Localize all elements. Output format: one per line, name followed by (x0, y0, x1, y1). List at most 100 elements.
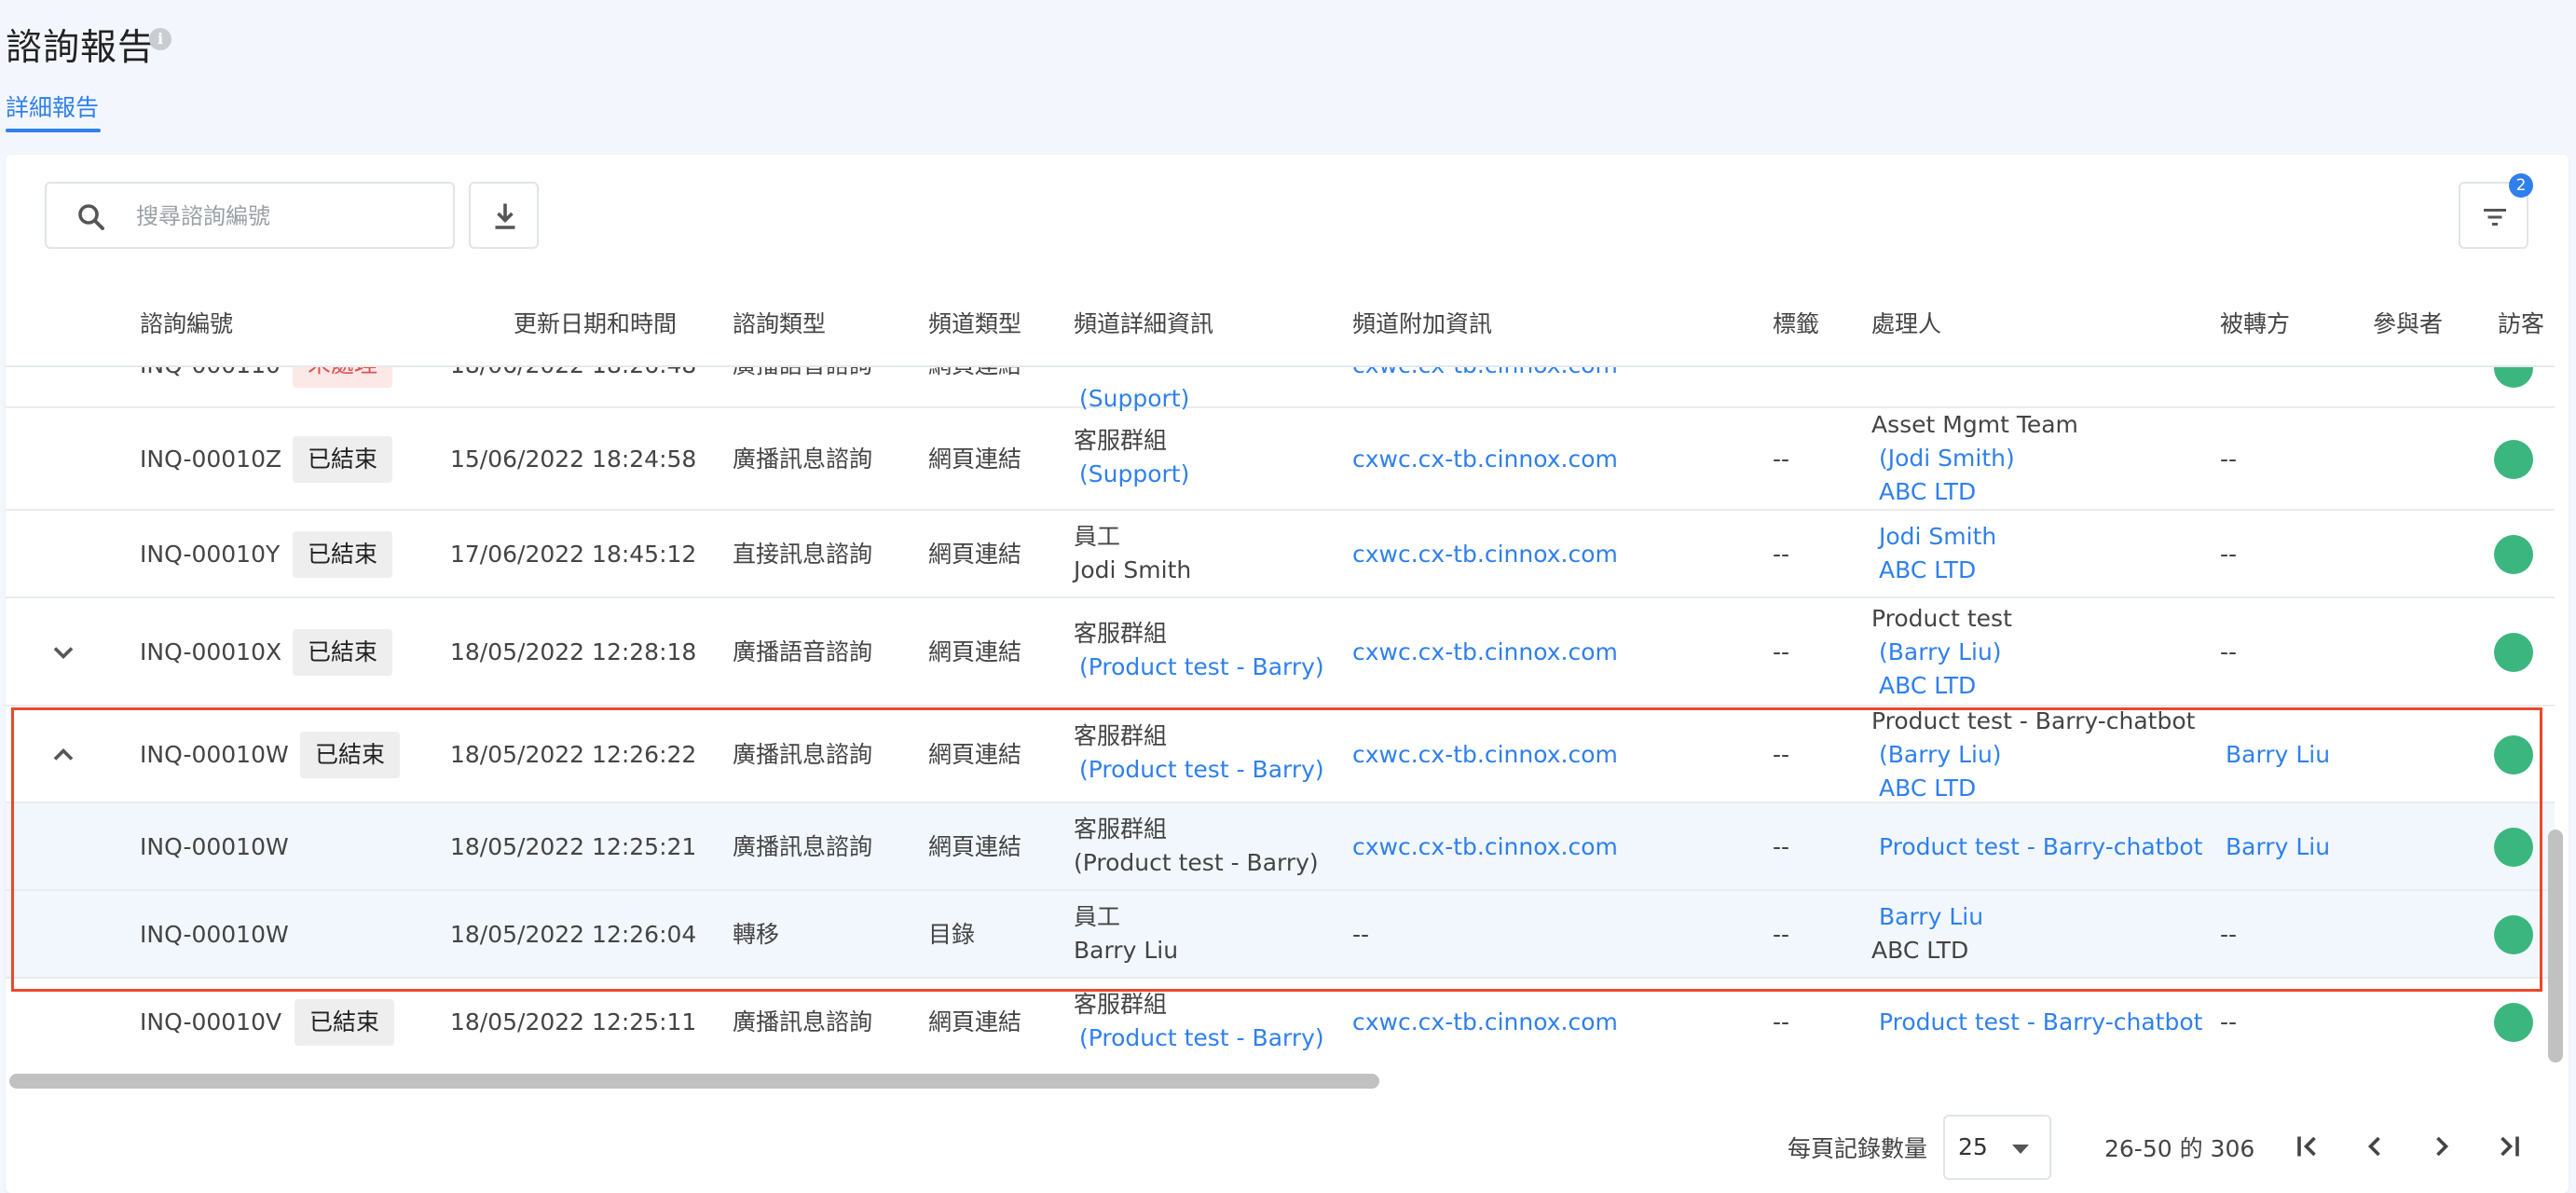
dropdown-caret-icon (2012, 1145, 2029, 1154)
inquiry-id[interactable]: INQ-00010W (140, 738, 289, 772)
tag-cell: -- (1773, 638, 1790, 665)
column-header-visitor[interactable]: 訪客 (2498, 306, 2544, 339)
status-badge: 已結束 (293, 436, 393, 483)
column-header-inquiry-type[interactable]: 諮詢類型 (733, 306, 826, 339)
channel-detail-group[interactable]: (Product test - Barry) (1079, 651, 1324, 684)
tag-cell: -- (1773, 1008, 1790, 1035)
column-header-channel-extra[interactable]: 頻道附加資訊 (1352, 306, 1492, 339)
previous-page-icon[interactable] (2358, 1130, 2391, 1163)
tab-detailed-report[interactable]: 詳細報告 (6, 89, 99, 123)
handler-agent[interactable]: Product test - Barry-chatbot (1879, 1006, 2202, 1039)
column-header-tags[interactable]: 標籤 (1773, 306, 1819, 339)
table-row[interactable]: INQ-00010V 已結束 18/05/2022 12:25:11 廣播訊息諮… (6, 979, 2555, 1061)
rows-per-page-label: 每頁記錄數量 (1788, 1135, 1928, 1162)
handler-agent[interactable]: (Jodi Smith) (1879, 442, 2015, 475)
inquiry-id[interactable]: INQ-00010W (140, 918, 289, 952)
filter-icon (2484, 209, 2506, 226)
channel-extra-link[interactable]: cxwc.cx-tb.cinnox.com (1352, 738, 1618, 772)
info-icon[interactable]: i (149, 28, 171, 50)
transferee-link[interactable]: Barry Liu (2226, 738, 2330, 772)
inquiry-id[interactable]: INQ-00010V (140, 1006, 281, 1039)
inquiry-id[interactable]: INQ-00010Y (140, 538, 280, 571)
table-header: 諮詢編號 更新日期和時間 諮詢類型 頻道類型 頻道詳細資訊 頻道附加資訊 標籤 … (6, 278, 2555, 367)
channel-detail-label: 客服群組 (1074, 816, 1168, 843)
inquiry-id[interactable]: INQ-00010X (140, 636, 281, 669)
table-row[interactable]: INQ-00010W 已結束 18/05/2022 12:26:22 廣播訊息諮… (6, 706, 2555, 803)
channel-detail-group[interactable]: (Support) (1079, 458, 1189, 491)
table-row[interactable]: INQ-00010X 已結束 18/05/2022 12:28:18 廣播語音諮… (6, 598, 2555, 706)
chevron-up-icon[interactable] (47, 738, 80, 772)
column-header-channel-type[interactable]: 頻道類型 (928, 306, 1021, 339)
inquiry-id[interactable]: INQ-00010Z (140, 443, 281, 476)
updated-datetime: 18/05/2022 12:26:22 (450, 741, 697, 768)
inquiry-type: 廣播訊息諮詢 (733, 741, 873, 768)
column-header-updated[interactable]: 更新日期和時間 (514, 306, 677, 339)
handler-company[interactable]: ABC LTD (1879, 772, 1976, 805)
channel-extra-link[interactable]: cxwc.cx-tb.cinnox.com (1352, 1006, 1618, 1039)
channel-extra-link[interactable]: cxwc.cx-tb.cinnox.com (1352, 636, 1618, 669)
channel-detail-name: Jodi Smith (1074, 556, 1192, 583)
channel-detail-group[interactable]: (Product test - Barry) (1079, 753, 1324, 787)
channel-detail-name: (Product test - Barry) (1074, 849, 1319, 876)
rows-per-page-select[interactable]: 25 (1943, 1115, 2051, 1180)
chevron-down-icon[interactable] (47, 636, 80, 669)
channel-extra-link[interactable]: cxwc.cx-tb.cinnox.com (1352, 830, 1618, 864)
table-row[interactable]: INQ-00010Y 已結束 17/06/2022 18:45:12 直接訊息諮… (6, 511, 2555, 598)
channel-extra-link[interactable]: cxwc.cx-tb.cinnox.com (1352, 443, 1618, 476)
inquiry-type: 廣播訊息諮詢 (733, 446, 873, 473)
visitor-icon[interactable] (2494, 1003, 2533, 1042)
handler-agent[interactable]: (Barry Liu) (1879, 738, 2002, 772)
search-input[interactable] (136, 197, 434, 236)
handler-team: Product test - Barry-chatbot (1871, 707, 2196, 734)
channel-detail-label: 客服群組 (1074, 991, 1168, 1018)
download-button[interactable] (469, 182, 539, 249)
search-box[interactable] (45, 182, 455, 249)
table-subrow[interactable]: INQ-00010W 18/05/2022 12:25:21 廣播訊息諮詢 網頁… (6, 803, 2555, 891)
last-page-icon[interactable] (2492, 1130, 2526, 1163)
table-subrow[interactable]: INQ-00010W 18/05/2022 12:26:04 轉移 目錄 員工 … (6, 891, 2555, 979)
transferee-cell: -- (2220, 921, 2238, 948)
next-page-icon[interactable] (2425, 1130, 2459, 1163)
channel-type: 網頁連結 (928, 541, 1022, 568)
horizontal-scroll-thumb[interactable] (9, 1074, 1379, 1089)
channel-detail-name: Barry Liu (1074, 937, 1179, 964)
column-header-transferee[interactable]: 被轉方 (2220, 306, 2290, 339)
channel-detail-group[interactable]: (Product test - Barry) (1079, 1022, 1324, 1055)
visitor-icon[interactable] (2494, 828, 2533, 867)
table-row[interactable]: INQ-00010Z 已結束 15/06/2022 18:24:58 廣播訊息諮… (6, 408, 2555, 511)
column-header-channel-detail[interactable]: 頻道詳細資訊 (1074, 306, 1213, 339)
status-badge: 已結束 (293, 531, 393, 578)
handler-agent[interactable]: Product test - Barry-chatbot (1879, 830, 2202, 864)
handler-company[interactable]: ABC LTD (1879, 554, 1976, 587)
visitor-icon[interactable] (2494, 535, 2533, 574)
updated-datetime: 18/05/2022 12:25:11 (450, 1008, 697, 1035)
column-header-inquiry-id[interactable]: 諮詢編號 (140, 306, 233, 339)
channel-type: 目錄 (928, 921, 976, 948)
inquiry-id[interactable]: INQ-00010W (140, 830, 289, 864)
column-header-participants[interactable]: 參與者 (2373, 306, 2443, 339)
channel-extra-link[interactable]: cxwc.cx-tb.cinnox.com (1352, 538, 1618, 571)
visitor-icon[interactable] (2494, 633, 2533, 672)
visitor-icon[interactable] (2494, 440, 2533, 479)
channel-type: 網頁連結 (928, 446, 1022, 473)
first-page-icon[interactable] (2291, 1130, 2324, 1163)
inquiry-type: 直接訊息諮詢 (733, 541, 873, 568)
status-badge: 已結束 (293, 629, 393, 676)
transferee-cell: -- (2220, 541, 2238, 568)
column-header-handler[interactable]: 處理人 (1871, 306, 1941, 339)
handler-agent[interactable]: Jodi Smith (1879, 520, 1996, 554)
visitor-icon[interactable] (2494, 915, 2533, 954)
tag-cell: -- (1773, 446, 1790, 473)
visitor-icon[interactable] (2494, 735, 2533, 775)
handler-company[interactable]: ABC LTD (1879, 475, 1976, 509)
handler-agent[interactable]: Barry Liu (1879, 900, 1983, 934)
channel-extra-empty: -- (1352, 921, 1370, 948)
page-title: 諮詢報告 (6, 27, 156, 69)
transferee-cell: -- (2220, 1008, 2238, 1035)
transferee-cell: -- (2220, 446, 2238, 473)
vertical-scroll-thumb[interactable] (2548, 830, 2563, 1063)
handler-company[interactable]: ABC LTD (1879, 669, 1976, 703)
transferee-link[interactable]: Barry Liu (2226, 830, 2330, 864)
handler-agent[interactable]: (Barry Liu) (1879, 636, 2002, 669)
search-icon (78, 204, 104, 230)
